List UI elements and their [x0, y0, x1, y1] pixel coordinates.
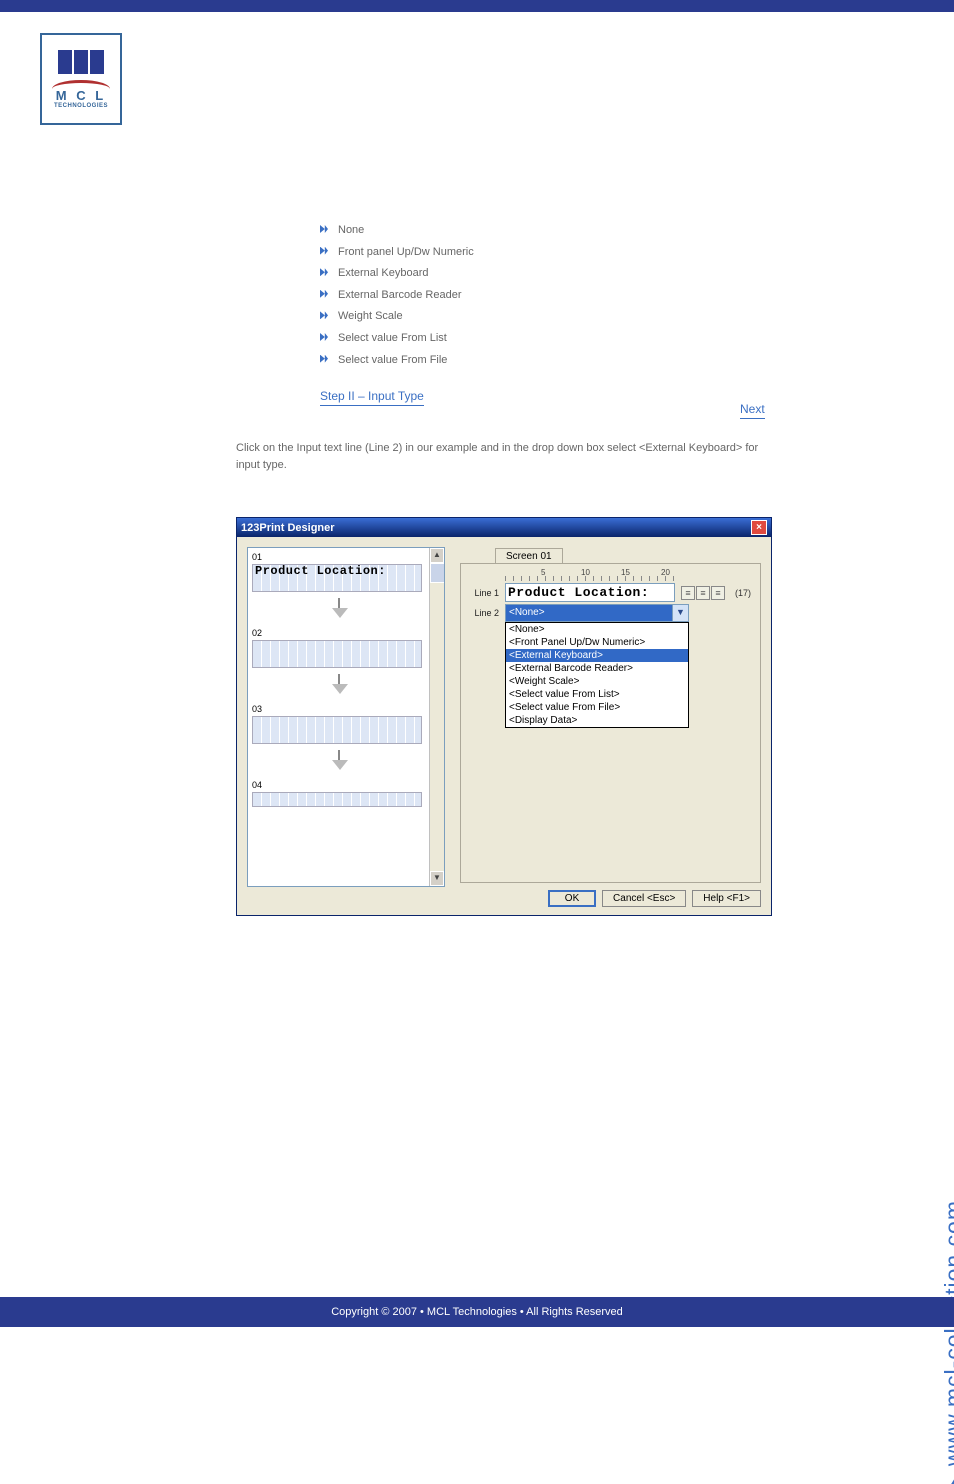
- down-arrow-icon: [330, 750, 348, 774]
- list-item: Weight Scale: [320, 306, 760, 328]
- side-url-text[interactable]: www.mcl-collection.com: [940, 1200, 954, 1466]
- list-item: None: [320, 220, 760, 242]
- preview-text: Product Location:: [253, 565, 421, 578]
- down-arrow-icon: [330, 674, 348, 698]
- list-item: Select value From File: [320, 350, 760, 372]
- screens-list[interactable]: 01 Product Location: 02 03 04 ▲ ▼: [247, 547, 445, 887]
- scroll-down-icon[interactable]: ▼: [430, 871, 444, 886]
- side-url: www.mcl-collection.com: [910, 680, 940, 1240]
- screen-number: 04: [252, 780, 426, 790]
- editor-pane: Screen 01 5 10 15 20 Line 1 Product Loca…: [475, 547, 761, 887]
- scrollbar[interactable]: ▲ ▼: [429, 548, 444, 886]
- scroll-up-icon[interactable]: ▲: [430, 548, 444, 563]
- cancel-button[interactable]: Cancel <Esc>: [602, 890, 686, 907]
- intro-text: Click on the Input text line (Line 2) in…: [236, 440, 772, 473]
- input-type-list: None Front panel Up/Dw Numeric External …: [320, 220, 760, 371]
- list-item: Front panel Up/Dw Numeric: [320, 242, 760, 264]
- down-arrow-icon: [330, 598, 348, 622]
- app-window: 123Print Designer × 01 Product Location:…: [236, 517, 772, 916]
- combo-option[interactable]: <Front Panel Up/Dw Numeric>: [506, 636, 688, 649]
- screen-preview[interactable]: [252, 792, 422, 807]
- combo-option[interactable]: <Select value From File>: [506, 701, 688, 714]
- line2-label: Line 2: [467, 608, 499, 618]
- combo-option[interactable]: <Display Data>: [506, 714, 688, 727]
- dialog-buttons: OK Cancel <Esc> Help <F1>: [548, 890, 761, 907]
- combo-option[interactable]: <Weight Scale>: [506, 675, 688, 688]
- next-link[interactable]: Next: [740, 402, 765, 419]
- tab-screen[interactable]: Screen 01: [495, 548, 563, 564]
- logo-text: M C L: [54, 88, 108, 103]
- combo-option[interactable]: <External Keyboard>: [506, 649, 688, 662]
- line1-field[interactable]: Product Location:: [505, 583, 675, 602]
- list-item: Select value From List: [320, 328, 760, 350]
- logo: M C L TECHNOLOGIES: [40, 33, 122, 125]
- align-center-icon[interactable]: ≡: [696, 586, 710, 600]
- step-link[interactable]: Step II – Input Type: [320, 389, 424, 406]
- logo-sub: TECHNOLOGIES: [54, 103, 108, 109]
- arrow-icon: [950, 1472, 954, 1484]
- combo-selected: <None>: [509, 607, 545, 618]
- combo-option[interactable]: <External Barcode Reader>: [506, 662, 688, 675]
- main-content: None Front panel Up/Dw Numeric External …: [320, 220, 760, 406]
- screen-number: 01: [252, 552, 426, 562]
- window-title: 123Print Designer: [241, 522, 335, 534]
- align-left-icon[interactable]: ≡: [681, 586, 695, 600]
- screen-number: 02: [252, 628, 426, 638]
- list-item: External Barcode Reader: [320, 285, 760, 307]
- combo-option[interactable]: <None>: [506, 623, 688, 636]
- input-type-combo[interactable]: <None> ▼ <None> <Front Panel Up/Dw Numer…: [505, 604, 689, 622]
- top-bar: [0, 0, 954, 12]
- chevron-down-icon[interactable]: ▼: [672, 605, 688, 621]
- line1-label: Line 1: [467, 588, 499, 598]
- help-button[interactable]: Help <F1>: [692, 890, 761, 907]
- combo-dropdown[interactable]: <None> <Front Panel Up/Dw Numeric> <Exte…: [505, 622, 689, 728]
- list-item: External Keyboard: [320, 263, 760, 285]
- align-right-icon[interactable]: ≡: [711, 586, 725, 600]
- screen-number: 03: [252, 704, 426, 714]
- combo-option[interactable]: <Select value From List>: [506, 688, 688, 701]
- scroll-thumb[interactable]: [430, 563, 445, 583]
- close-icon[interactable]: ×: [751, 520, 767, 535]
- footer: Copyright © 2007 • MCL Technologies • Al…: [0, 1297, 954, 1327]
- screen-preview[interactable]: [252, 716, 422, 744]
- screen-preview[interactable]: Product Location:: [252, 564, 422, 592]
- ruler: 5 10 15 20: [505, 570, 675, 581]
- ok-button[interactable]: OK: [548, 890, 596, 907]
- window-titlebar: 123Print Designer ×: [237, 518, 771, 537]
- char-count: (17): [735, 588, 751, 598]
- screen-preview[interactable]: [252, 640, 422, 668]
